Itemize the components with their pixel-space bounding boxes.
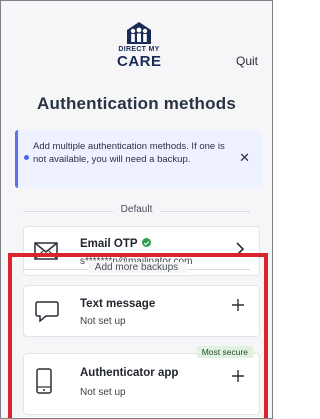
email-otp-label: Email OTP	[80, 238, 138, 250]
phone-icon	[34, 368, 54, 399]
authenticator-app-label: Authenticator app	[80, 367, 179, 379]
chat-bubble-icon	[34, 300, 60, 329]
default-divider: Default	[23, 204, 250, 215]
text-message-status: Not set up	[80, 316, 126, 327]
backups-divider: Add more backups	[23, 262, 250, 273]
logo: DIRECT MY CARE	[117, 21, 161, 69]
logo-text-bottom: CARE	[117, 53, 162, 70]
check-circle-icon	[141, 238, 151, 248]
close-icon[interactable]: ✕	[239, 150, 250, 166]
text-message-card[interactable]: Text message Not set up	[23, 285, 260, 337]
authenticator-app-card[interactable]: Most secure Authenticator app Not set up	[23, 346, 260, 415]
envelope-icon	[34, 241, 58, 266]
bullet-icon	[24, 155, 29, 160]
backups-section-label: Add more backups	[86, 262, 187, 273]
most-secure-badge: Most secure	[196, 346, 253, 358]
app-frame: DIRECT MY CARE Quit Authentication metho…	[0, 0, 273, 419]
plus-icon	[231, 298, 245, 317]
page-title: Authentication methods	[37, 94, 236, 113]
info-alert: Add multiple authentication methods. If …	[15, 130, 262, 188]
chevron-right-icon	[235, 241, 245, 262]
authenticator-app-status: Not set up	[80, 387, 126, 398]
text-message-label: Text message	[80, 298, 156, 310]
plus-icon	[231, 369, 245, 388]
alert-message: Add multiple authentication methods. If …	[33, 141, 225, 165]
logo-house-icon	[127, 22, 151, 44]
default-section-label: Default	[112, 204, 161, 215]
method-name: Email OTP	[80, 238, 151, 250]
quit-link[interactable]: Quit	[236, 54, 258, 68]
